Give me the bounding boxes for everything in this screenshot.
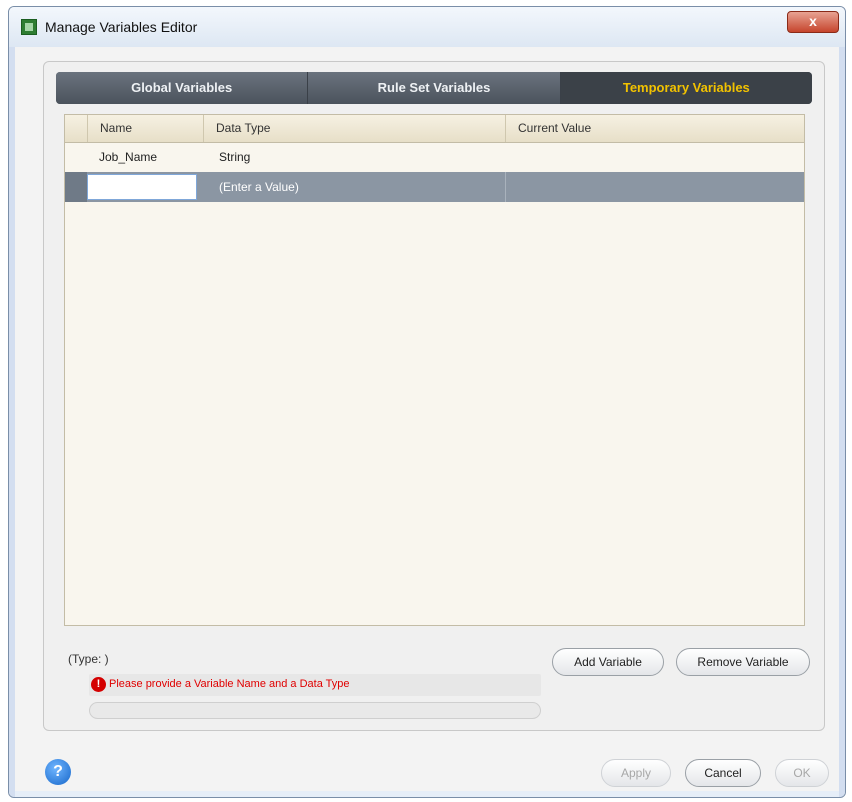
table-header: Name Data Type Current Value bbox=[65, 115, 804, 143]
error-icon: ! bbox=[91, 677, 106, 692]
help-icon[interactable]: ? bbox=[45, 759, 71, 785]
table-row[interactable]: Job_Name String bbox=[65, 142, 804, 172]
dialog-window: Manage Variables Editor x Global Variabl… bbox=[8, 6, 846, 798]
cancel-button[interactable]: Cancel bbox=[685, 759, 761, 787]
tab-global-variables[interactable]: Global Variables bbox=[56, 72, 309, 104]
current-value-cell[interactable] bbox=[505, 172, 804, 202]
type-status-text: (Type: ) bbox=[68, 652, 109, 666]
row-selector[interactable] bbox=[65, 172, 87, 202]
cell-data-type[interactable]: String bbox=[203, 142, 505, 172]
window-title: Manage Variables Editor bbox=[45, 19, 198, 35]
column-header-data-type[interactable]: Data Type bbox=[203, 115, 505, 142]
validation-message: Please provide a Variable Name and a Dat… bbox=[109, 678, 350, 690]
tab-bar: Global Variables Rule Set Variables Temp… bbox=[56, 72, 812, 104]
table-row-editing[interactable]: (Enter a Value) bbox=[65, 172, 804, 202]
window-frame-right bbox=[839, 47, 845, 797]
column-header-name[interactable]: Name bbox=[87, 115, 203, 142]
apply-button[interactable]: Apply bbox=[601, 759, 671, 787]
tab-rule-set-variables[interactable]: Rule Set Variables bbox=[308, 72, 561, 104]
data-type-cell-placeholder[interactable]: (Enter a Value) bbox=[203, 172, 505, 202]
client-area: Global Variables Rule Set Variables Temp… bbox=[15, 47, 839, 791]
tab-temporary-variables[interactable]: Temporary Variables bbox=[560, 72, 812, 104]
app-icon bbox=[21, 19, 37, 35]
column-header-current-value[interactable]: Current Value bbox=[505, 115, 804, 142]
remove-variable-button[interactable]: Remove Variable bbox=[676, 648, 810, 676]
ok-button[interactable]: OK bbox=[775, 759, 829, 787]
variables-table: Name Data Type Current Value Job_Name St… bbox=[64, 114, 805, 626]
progress-bar bbox=[89, 702, 541, 719]
cell-name[interactable]: Job_Name bbox=[87, 142, 203, 172]
variable-name-input[interactable] bbox=[87, 174, 197, 200]
add-variable-button[interactable]: Add Variable bbox=[552, 648, 664, 676]
cell-current-value[interactable] bbox=[505, 142, 804, 172]
validation-message-bar: ! Please provide a Variable Name and a D… bbox=[89, 674, 541, 696]
close-button[interactable]: x bbox=[787, 11, 839, 33]
variables-panel: Global Variables Rule Set Variables Temp… bbox=[43, 61, 825, 731]
title-bar[interactable]: Manage Variables Editor x bbox=[9, 7, 845, 47]
